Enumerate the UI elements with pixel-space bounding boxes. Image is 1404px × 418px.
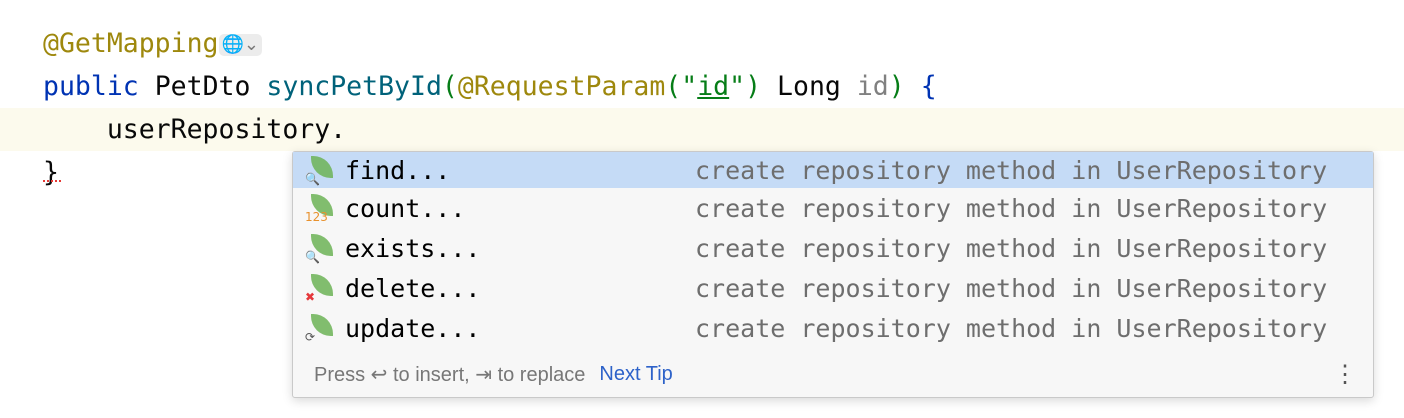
- code-line-3-current[interactable]: userRepository.: [0, 108, 1404, 151]
- item-label: exists...: [345, 233, 481, 263]
- spring-delete-icon: ✖: [305, 272, 341, 304]
- completion-item[interactable]: 🔍 exists... create repository method in Us…: [293, 228, 1373, 268]
- annotation: @GetMapping: [43, 28, 219, 59]
- item-label: find...: [345, 155, 451, 185]
- item-description: create repository method in UserReposito…: [695, 155, 1328, 185]
- keyword: public: [43, 71, 139, 102]
- closing-brace: }: [43, 157, 59, 188]
- item-description: create repository method in UserReposito…: [695, 233, 1328, 263]
- return-type: PetDto: [154, 71, 251, 102]
- badge-icon: ⟳: [305, 330, 316, 344]
- paren: ): [888, 71, 905, 102]
- item-description: create repository method in UserReposito…: [695, 193, 1328, 223]
- completion-item[interactable]: ⟳ update... create repository method in Us…: [293, 308, 1373, 348]
- param-name: id: [856, 71, 889, 102]
- completion-item[interactable]: 123 count... create repository method in U…: [293, 188, 1373, 228]
- badge-icon: ✖: [305, 290, 316, 304]
- item-label: count...: [345, 193, 466, 223]
- badge-icon: 123: [305, 210, 328, 224]
- completion-item[interactable]: 🔍 find... create repository method in User…: [293, 152, 1373, 188]
- quote: (": [665, 71, 698, 102]
- code-line-1: @GetMapping 🌐⌄: [0, 22, 1404, 65]
- param-type: Long: [777, 71, 841, 102]
- globe-endpoint-icon[interactable]: 🌐⌄: [218, 33, 262, 56]
- footer-hint: Press ↩ to insert, ⇥ to replace: [314, 363, 586, 386]
- item-description: create repository method in UserReposito…: [695, 273, 1328, 303]
- param-annotation: @RequestParam: [457, 71, 666, 102]
- method-name: syncPetById: [266, 71, 442, 102]
- quote: "): [729, 71, 762, 102]
- popup-footer: Press ↩ to insert, ⇥ to replace Next Tip…: [293, 351, 1373, 397]
- param-value: id: [697, 71, 730, 102]
- code-line-2: public PetDto syncPetById(@RequestParam(…: [0, 65, 1404, 108]
- completion-popup: 🔍 find... create repository method in User…: [292, 151, 1374, 398]
- spring-count-icon: 123: [305, 192, 341, 224]
- more-options-icon[interactable]: ⋮: [1333, 360, 1357, 389]
- error-squiggle: [43, 176, 61, 182]
- next-tip-link[interactable]: Next Tip: [599, 363, 672, 386]
- badge-icon: 🔍: [305, 172, 320, 186]
- item-label: update...: [345, 313, 481, 343]
- item-description: create repository method in UserReposito…: [695, 313, 1328, 343]
- spring-exists-icon: 🔍: [305, 232, 341, 264]
- spring-find-icon: 🔍: [305, 154, 341, 186]
- brace: {: [920, 71, 937, 102]
- spring-update-icon: ⟳: [305, 312, 341, 344]
- completion-item[interactable]: ✖ delete... create repository method in Us…: [293, 268, 1373, 308]
- badge-icon: 🔍: [305, 250, 320, 264]
- item-label: delete...: [345, 273, 481, 303]
- paren: (: [441, 71, 458, 102]
